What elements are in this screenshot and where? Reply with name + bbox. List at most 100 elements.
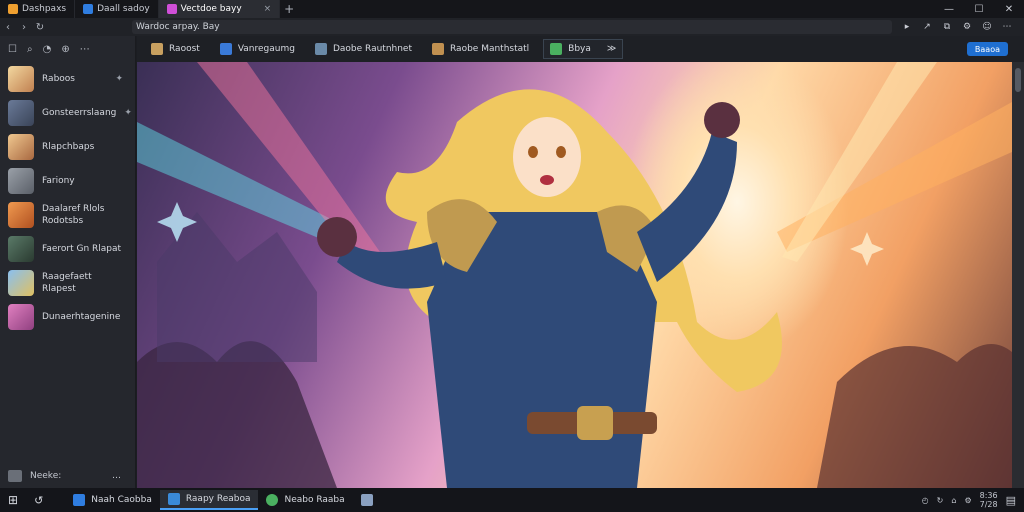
sidebar-item-5[interactable]: Daalaref Rlols Rodotsbs [0,198,135,232]
sidebar-item-label-group: Daalaref Rlols Rodotsbs [42,203,105,227]
toolbar-item-5[interactable]: Bbya ≫ [543,39,624,59]
taskbar-app-label: Raapy Reaboa [185,494,251,504]
history-icon[interactable]: ◔ [43,44,52,55]
more-options-icon[interactable]: … [112,471,121,481]
thumbnail-icon [8,168,34,194]
taskbar-app-3[interactable]: Neabo Raaba [258,490,352,510]
window-controls: — ☐ ✕ [934,0,1024,18]
system-clock[interactable]: 8:36 7/28 [980,491,998,509]
share-icon[interactable]: ↗ [920,21,934,33]
taskbar-app-1[interactable]: Naah Caobba [65,490,160,510]
sparkle [850,232,884,266]
clock-date: 7/28 [979,500,998,509]
bookmark-icon [432,43,444,55]
sidebar-item-label: Fariony [42,176,75,186]
pin-icon[interactable]: ✦ [115,74,123,84]
sidebar-item-label: Gonsteerrslaang [42,108,117,118]
vertical-scrollbar[interactable] [1012,62,1024,488]
sidebar-item-4[interactable]: Fariony [0,164,135,198]
notification-icon[interactable]: ▤ [1006,494,1016,507]
scrollbar-thumb[interactable] [1015,68,1021,92]
notes-icon [8,470,22,482]
thumbnail-icon [8,270,34,296]
tab-favicon-icon [83,4,94,14]
action-button[interactable]: Baaoa [966,42,1008,56]
character-fist [704,102,740,138]
sidebar-item-6[interactable]: Faerort Gn Rlapat [0,232,135,266]
play-icon[interactable]: ▸ [900,21,914,33]
tab-2[interactable]: Daall sadoy [75,0,159,18]
more-icon[interactable]: ⋯ [80,44,90,55]
crowd-silhouette-right [817,344,1012,488]
minimize-icon[interactable]: — [934,0,964,18]
settings-icon[interactable]: ⚙ [960,21,974,33]
reload-icon[interactable]: ↻ [32,22,48,33]
search-icon[interactable]: ⌕ [27,44,33,55]
thumbnail-icon [8,236,34,262]
app-icon [167,493,180,505]
sidebar-item-label: Raagefaett [42,272,92,282]
system-tray: ◴ ↻ ⌂ ⚙ 8:36 7/28 ▤ [922,491,1024,509]
character-eye-left [528,146,538,158]
address-bar[interactable]: Wardoc arpay. Bay [132,20,892,34]
character-arm-extended [337,242,447,289]
taskbar-app-4[interactable] [353,490,381,510]
sidebar-item-7[interactable]: Raagefaett Rlapest [0,266,135,300]
sidebar-item-sublabel: Rodotsbs [42,216,84,226]
toolbar-item-label: Raobe Manthstatl [450,44,530,54]
task-view-icon[interactable]: ↺ [26,490,51,510]
tab-favicon-icon [8,4,18,14]
add-icon[interactable]: ⊕ [61,44,69,55]
toolbar-item-4[interactable]: Raobe Manthstatl [426,39,535,59]
toolbar-item-label: Daobe Rautnhnet [332,44,412,54]
bookmark-icon [219,43,232,55]
sync-icon[interactable]: ↻ [937,496,944,505]
tab-label: Daall sadoy [97,4,150,14]
forward-icon[interactable]: › [16,22,32,33]
network-icon[interactable]: ⌂ [951,496,956,505]
address-text: Wardoc arpay. Bay [136,22,220,32]
sidebar-item-label: Raboos [42,74,75,84]
thumbnail-icon [8,134,34,160]
back-icon[interactable]: ‹ [0,22,16,33]
new-tab-button[interactable]: + [280,2,298,16]
folder-icon[interactable]: ☐ [8,44,17,55]
sidebar-item-2[interactable]: Gonsteerrslaang ✦ [0,96,135,130]
extensions-icon[interactable]: ⧉ [940,21,954,33]
thumbnail-icon [8,202,34,228]
image-canvas [137,62,1012,488]
sidebar-item-3[interactable]: Rlapchbaps [0,130,135,164]
thumbnail-icon [8,66,34,92]
sidebar-item-label: Rlapchbaps [42,142,95,152]
tab-close-icon[interactable]: × [264,4,272,14]
taskbar: ⊞ ↺ Naah Caobba Raapy Reaboa Neabo Raaba… [0,488,1024,512]
clock-app-icon[interactable]: ◴ [922,496,929,505]
taskbar-app-label: Naah Caobba [91,495,152,505]
expand-icon[interactable]: ≫ [607,44,616,54]
pin-icon[interactable]: ✦ [124,108,132,118]
tray-settings-icon[interactable]: ⚙ [964,496,971,505]
character-hand [317,217,357,257]
tab-label: Vectdoe bayy [180,4,242,14]
close-window-icon[interactable]: ✕ [994,0,1024,18]
sidebar-item-8[interactable]: Dunaerhtagenine [0,300,135,334]
sidebar-footer-label[interactable]: Neeke: [30,471,61,481]
toolbar-item-3[interactable]: Daobe Rautnhnet [309,39,418,59]
menu-icon[interactable]: ⋯ [1000,21,1014,33]
character-belt-buckle [577,406,613,440]
thumbnail-icon [8,304,34,330]
sidebar-item-1[interactable]: Raboos ✦ [0,62,135,96]
crowd-silhouette-left [137,341,337,488]
start-button[interactable]: ⊞ [0,490,26,510]
clock-time: 8:36 [979,491,998,500]
tab-3-active[interactable]: Vectdoe bayy × [158,0,281,18]
toolbar-item-2[interactable]: Vanregaumg [214,39,301,59]
taskbar-app-2-active[interactable]: Raapy Reaboa [159,490,259,510]
maximize-icon[interactable]: ☐ [964,0,994,18]
toolbar-item-label: Bbya [568,44,591,54]
toolbar-item-1[interactable]: Raoost [145,39,206,59]
bookmark-icon [151,43,163,55]
profile-icon[interactable]: ☺ [980,21,994,33]
character-eye-right [556,146,566,158]
tab-1[interactable]: Dashpaxs [0,0,76,18]
